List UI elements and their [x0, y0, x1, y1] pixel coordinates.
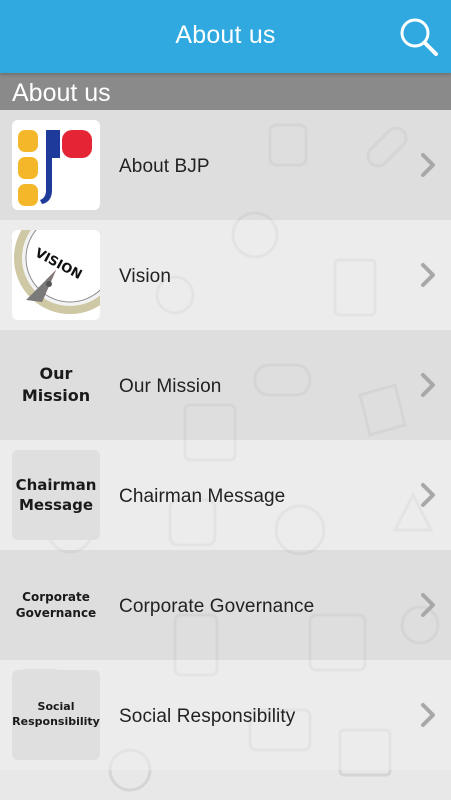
bjp-logo — [12, 120, 100, 210]
chevron-right-icon — [421, 373, 435, 397]
thumbnail-text: Chairman Message — [15, 475, 97, 514]
our-mission-thumbnail: Our Mission — [12, 340, 100, 430]
social-responsibility-thumbnail: Social Responsibility — [12, 670, 100, 760]
list-item-social-responsibility[interactable]: Social Responsibility Social Responsibil… — [0, 660, 451, 770]
search-button[interactable] — [398, 16, 440, 58]
chairman-message-thumbnail: Chairman Message — [12, 450, 100, 540]
corporate-governance-thumbnail: Corporate Governance — [12, 560, 100, 650]
list-item-corporate-governance[interactable]: Corporate Governance Corporate Governanc… — [0, 550, 451, 660]
list-item-label: Vision — [119, 266, 172, 287]
list-item-label: Social Responsibility — [119, 706, 296, 727]
app-bar: About us — [0, 0, 451, 73]
list-item-label: Our Mission — [119, 376, 222, 397]
thumbnail-text: Social Responsibility — [12, 700, 100, 728]
chevron-right-icon — [421, 703, 435, 727]
section-title: About us — [12, 79, 111, 107]
list-item-chairman-message[interactable]: Chairman Message Chairman Message — [0, 440, 451, 550]
chevron-right-icon — [421, 263, 435, 287]
vision-compass-image: VISION — [12, 230, 100, 320]
chevron-right-icon — [421, 593, 435, 617]
thumbnail-text: Our Mission — [21, 364, 91, 405]
list-item-about-bjp[interactable]: About BJP — [0, 110, 451, 220]
page-title: About us — [175, 21, 276, 49]
thumbnail-text: Corporate Governance — [15, 589, 97, 620]
list-item-our-mission[interactable]: Our Mission Our Mission — [0, 330, 451, 440]
about-list: About BJP VISION Vision Our Mission Our … — [0, 110, 451, 800]
search-icon — [400, 18, 438, 56]
list-item-label: Chairman Message — [119, 486, 286, 507]
section-header: About us — [0, 73, 451, 110]
list-item-vision[interactable]: VISION Vision — [0, 220, 451, 330]
list-item-label: About BJP — [119, 156, 210, 177]
chevron-right-icon — [421, 153, 435, 177]
chevron-right-icon — [421, 483, 435, 507]
list-item-label: Corporate Governance — [119, 596, 315, 617]
